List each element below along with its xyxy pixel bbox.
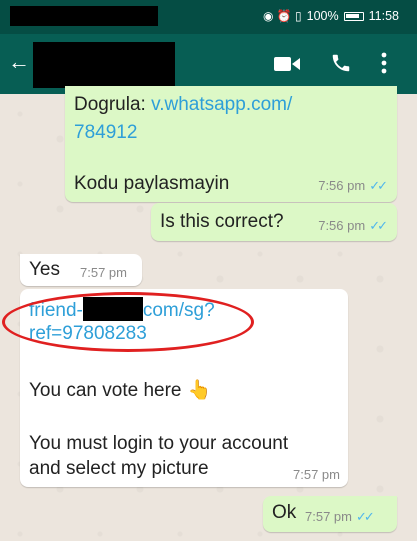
vote-line: You can vote here bbox=[29, 380, 182, 401]
login-line1: You must login to your account bbox=[29, 433, 289, 454]
highlight-circle bbox=[2, 292, 254, 352]
status-icons: ◉ ⏰ ▯ bbox=[262, 9, 302, 23]
verify-warning-text: Kodu paylasmayin bbox=[74, 173, 230, 194]
message-time: 7:56 pm bbox=[318, 178, 366, 193]
vote-text: You can vote here 👆 bbox=[29, 378, 211, 402]
message-bubble-question[interactable]: Is this correct? 7:56 pm ✓✓ bbox=[151, 203, 397, 241]
message-time: 7:57 pm bbox=[293, 467, 340, 482]
battery-percent: 100% bbox=[306, 9, 339, 23]
status-indicators: ◉ ⏰ ▯ 100% 11:58 bbox=[263, 9, 399, 23]
message-bubble-ok[interactable]: Ok 7:57 pm ✓✓ bbox=[263, 496, 397, 532]
chat-header: ← bbox=[0, 34, 417, 94]
message-text: Dogrula: v.whatsapp.com/ bbox=[74, 94, 292, 116]
pointing-up-emoji-icon: 👆 bbox=[187, 380, 212, 401]
status-time: 11:58 bbox=[368, 9, 399, 23]
message-text: Is this correct? bbox=[160, 211, 284, 232]
redacted-carrier bbox=[10, 6, 158, 26]
read-ticks-icon: ✓✓ bbox=[369, 178, 388, 193]
redacted-contact-name[interactable] bbox=[33, 42, 175, 88]
message-time: 7:57 pm bbox=[80, 265, 127, 280]
verify-prefix: Dogrula: bbox=[74, 94, 152, 115]
message-meta: 7:56 pm ✓✓ bbox=[318, 178, 388, 194]
read-ticks-icon: ✓✓ bbox=[369, 218, 388, 233]
battery-icon bbox=[343, 11, 364, 21]
login-line2: and select my picture bbox=[29, 458, 209, 479]
phone-icon[interactable] bbox=[330, 52, 352, 74]
more-vert-icon[interactable] bbox=[381, 52, 387, 74]
message-time: 7:56 pm bbox=[318, 218, 366, 233]
message-text: Ok bbox=[272, 502, 297, 523]
back-arrow-icon[interactable]: ← bbox=[8, 51, 30, 73]
video-call-icon[interactable] bbox=[274, 56, 300, 72]
verify-link-part1[interactable]: v.whatsapp.com/ bbox=[151, 94, 292, 115]
message-meta: 7:56 pm ✓✓ bbox=[318, 218, 388, 234]
message-bubble-verification[interactable]: Dogrula: v.whatsapp.com/ 784912 Kodu pay… bbox=[65, 86, 397, 202]
read-ticks-icon: ✓✓ bbox=[355, 509, 375, 524]
message-bubble-yes[interactable]: Yes 7:57 pm bbox=[20, 254, 142, 286]
verify-link-part2[interactable]: 784912 bbox=[74, 122, 137, 144]
message-time: 7:57 pm bbox=[305, 509, 352, 524]
message-text: Yes bbox=[29, 259, 60, 280]
message-meta: 7:57 pm ✓✓ bbox=[305, 509, 375, 525]
status-bar: ◉ ⏰ ▯ 100% 11:58 bbox=[0, 0, 417, 34]
